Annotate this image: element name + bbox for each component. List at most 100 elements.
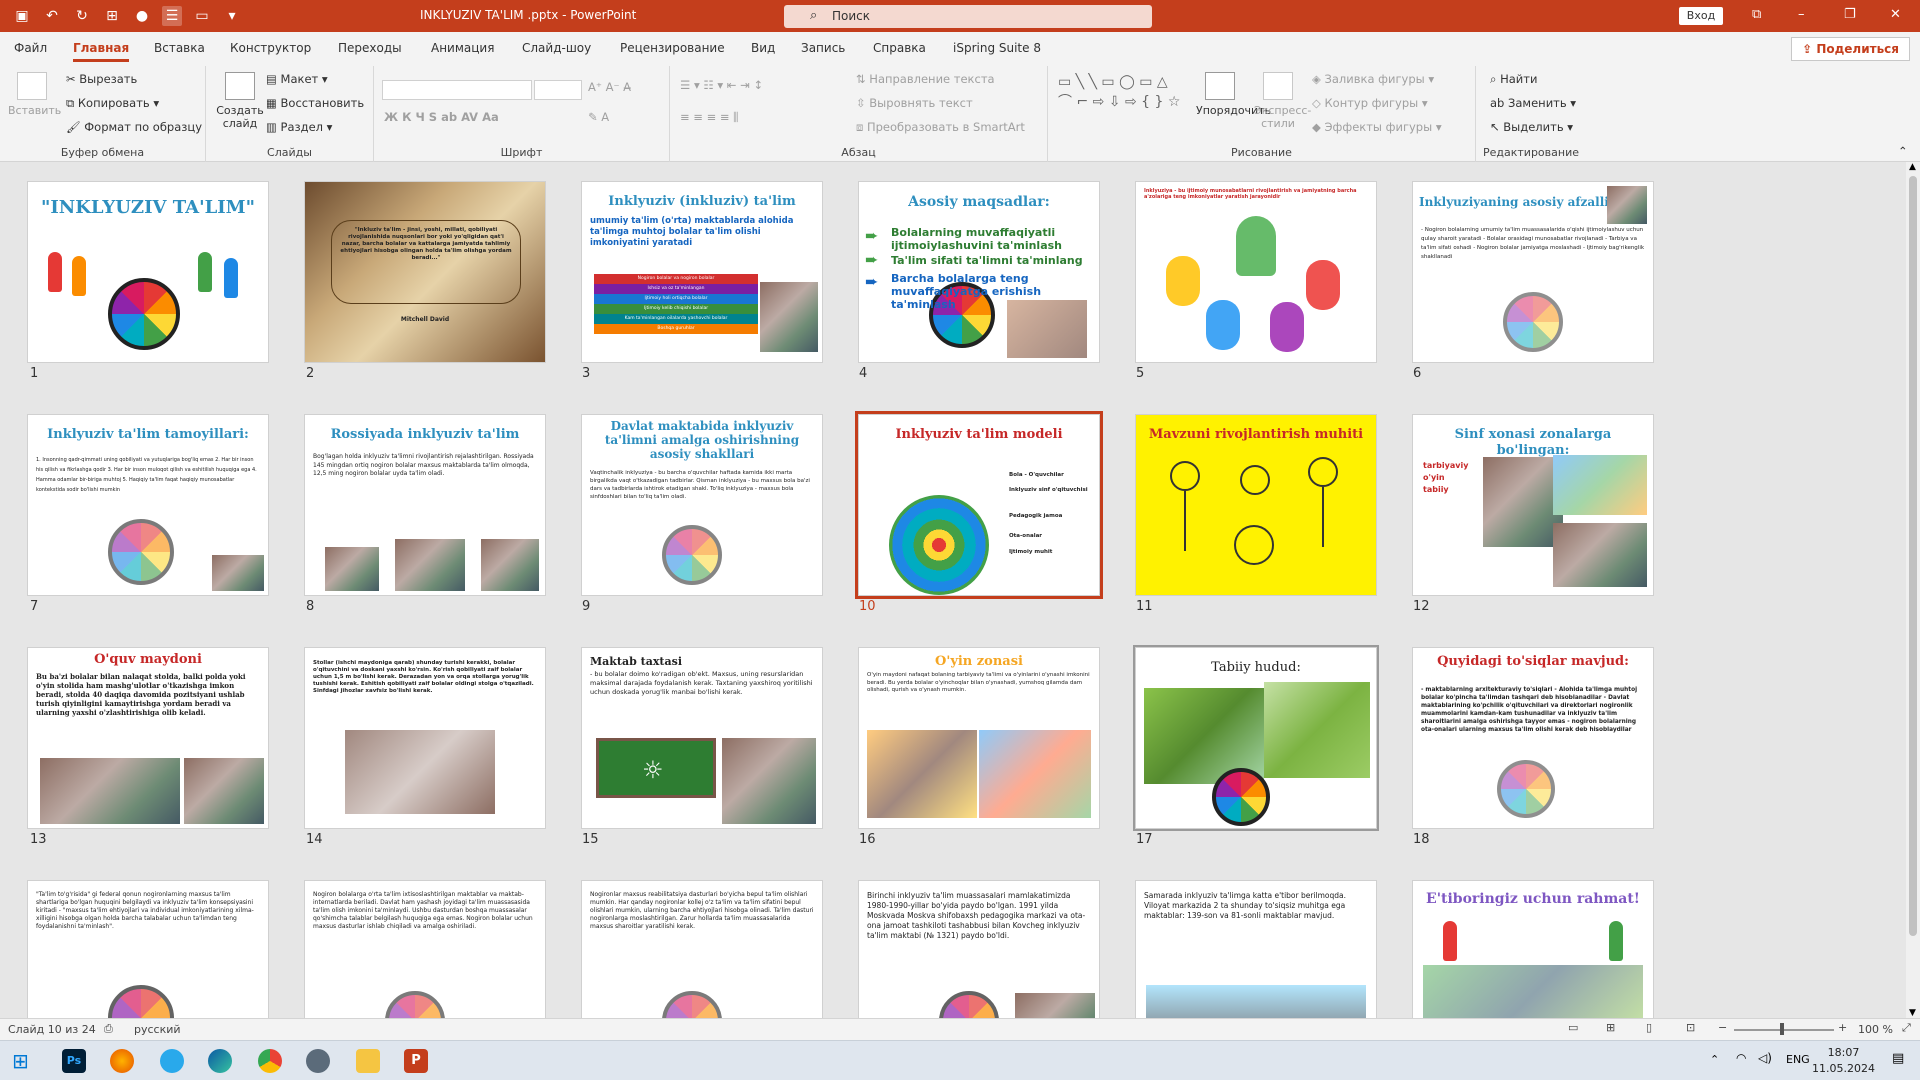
shape-fill-button[interactable]: ◈ Заливка фигуры ▾ <box>1312 72 1434 86</box>
section-button[interactable]: ▥ Раздел ▾ <box>266 120 332 134</box>
scrollbar-thumb[interactable] <box>1909 176 1917 936</box>
zoom-level[interactable]: 100 % <box>1858 1023 1893 1036</box>
notification-icon[interactable]: ▤ <box>1892 1051 1904 1066</box>
present-icon[interactable]: ⊞ <box>102 6 122 26</box>
tab-home[interactable]: Главная <box>73 41 130 62</box>
copy-button[interactable]: ⧉ Копировать ▾ <box>66 96 159 111</box>
slide-thumbnail[interactable]: Birinchi inklyuziv ta'lim muassasalari m… <box>859 881 1099 1018</box>
grow-font-icon[interactable]: A⁺ A⁻ A̶ <box>588 80 631 94</box>
fit-slide-icon[interactable]: ⤢ <box>1902 1021 1911 1035</box>
reading-view-button[interactable]: ▯ <box>1646 1021 1652 1034</box>
volume-icon[interactable]: ◁) <box>1758 1051 1772 1065</box>
shape-outline-button[interactable]: ◇ Контур фигуры ▾ <box>1312 96 1428 110</box>
shapes-gallery[interactable]: ▭ ╲ ╲ ▭ ◯ ▭ △ ⌒ ⌐ ⇨ ⇩ ⇨ { } ☆ <box>1058 72 1186 136</box>
close-button[interactable]: ✕ <box>1890 7 1901 22</box>
clock[interactable]: 18:07 11.05.2024 <box>1812 1045 1875 1077</box>
share-button[interactable]: ⇪ Поделиться <box>1791 37 1910 61</box>
paste-button[interactable]: Вставить <box>8 72 61 117</box>
spellcheck-icon[interactable]: ⎙ <box>104 1022 113 1036</box>
smartart-button[interactable]: ⧈ Преобразовать в SmartArt <box>856 120 1025 135</box>
slide-thumbnail[interactable]: O'quv maydoni Bu ba'zi bolalar bilan nal… <box>28 648 268 828</box>
select-button[interactable]: ↖ Выделить ▾ <box>1490 120 1573 134</box>
input-language[interactable]: ENG <box>1786 1053 1810 1066</box>
zoom-in-button[interactable]: + <box>1838 1021 1847 1034</box>
tab-animations[interactable]: Анимация <box>431 41 494 55</box>
quick-styles-button[interactable]: Экспресс-стили <box>1254 72 1311 130</box>
slideshow-button[interactable]: ⊡ <box>1686 1021 1695 1034</box>
scroll-down-icon[interactable]: ▼ <box>1909 1008 1916 1018</box>
font-format-icons[interactable]: Ж К Ч S ab AV Aa <box>384 110 499 124</box>
slide-thumbnail[interactable]: Stollar (ishchi maydoniga qarab) shunday… <box>305 648 545 828</box>
edge-icon[interactable] <box>208 1049 232 1073</box>
cut-button[interactable]: ✂ Вырезать <box>66 72 137 86</box>
sorter-view-button[interactable]: ⊞ <box>1606 1021 1615 1034</box>
slide-thumbnail[interactable]: Quyidagi to'siqlar mavjud: - maktablarni… <box>1413 648 1653 828</box>
slide-thumbnail[interactable]: Tabiiy hudud: <box>1133 645 1379 831</box>
slide-thumbnail[interactable]: Asosiy maqsadlar: Bolalarning muvaffaqiy… <box>859 182 1099 362</box>
restore-button[interactable]: ❐ <box>1844 7 1856 22</box>
arrange-button[interactable]: Упорядочить <box>1196 72 1271 117</box>
minimize-button[interactable]: – <box>1798 7 1805 22</box>
tab-record[interactable]: Запись <box>801 41 845 55</box>
sorter-view-icon[interactable]: ▭ <box>192 6 212 26</box>
layout-button[interactable]: ▤ Макет ▾ <box>266 72 328 86</box>
slide-thumbnail[interactable]: Nogironlar maxsus reabilitatsiya dasturl… <box>582 881 822 1018</box>
powerpoint-icon[interactable]: P <box>404 1049 428 1073</box>
reset-button[interactable]: ▦ Восстановить <box>266 96 364 110</box>
slide-thumbnail[interactable]: Inklyuziv (inkluziv) ta'lim umumiy ta'li… <box>582 182 822 362</box>
tab-design[interactable]: Конструктор <box>230 41 311 55</box>
windows-start-icon[interactable]: ⊞ <box>12 1049 29 1073</box>
zoom-out-button[interactable]: − <box>1718 1021 1727 1034</box>
zoom-slider[interactable] <box>1734 1029 1834 1031</box>
zoom-slider-thumb[interactable] <box>1780 1023 1784 1035</box>
slide-thumbnail[interactable]: Rossiyada inklyuziv ta'lim Bog'lagan hol… <box>305 415 545 595</box>
highlight-icon[interactable]: ✎ A <box>588 110 609 124</box>
slide-thumbnail[interactable]: Inklyuziyaning asosiy afzalliklari - Nog… <box>1413 182 1653 362</box>
save-icon[interactable]: ▣ <box>12 6 32 26</box>
slide-thumbnail-selected[interactable]: Inklyuziv ta'lim modeli Bola - O'quvchil… <box>855 411 1103 599</box>
tab-file[interactable]: Файл <box>14 41 47 55</box>
tray-chevron-icon[interactable]: ⌃ <box>1710 1053 1719 1066</box>
slide-thumbnail[interactable]: Inklyuziv ta'lim tamoyillari: 1. Insonni… <box>28 415 268 595</box>
format-painter-button[interactable]: 🖌 Формат по образцу <box>66 120 202 134</box>
align-icons[interactable]: ≡ ≡ ≡ ≡ ⫼ <box>680 110 738 125</box>
slide-thumbnail[interactable]: Nogiron bolalarga o'rta ta'lim ixtisosla… <box>305 881 545 1018</box>
slide-thumbnail[interactable]: Davlat maktabida inklyuziv ta'limni amal… <box>582 415 822 595</box>
firefox-icon[interactable] <box>110 1049 134 1073</box>
file-explorer-icon[interactable] <box>356 1049 380 1073</box>
slide-thumbnail[interactable]: O'yin zonasi O'yin maydoni nafaqat bolan… <box>859 648 1099 828</box>
shape-effects-button[interactable]: ◆ Эффекты фигуры ▾ <box>1312 120 1442 134</box>
find-button[interactable]: ⌕ Найти <box>1490 72 1537 87</box>
normal-view-button[interactable]: ▭ <box>1568 1021 1578 1034</box>
slide-thumbnail[interactable]: "Inkluziv ta'lim - jinsi, yoshi, millati… <box>305 182 545 362</box>
slide-thumbnail[interactable]: Inklyuziya - bu ijtimoiy munosabatlarni … <box>1136 182 1376 362</box>
new-slide-button[interactable]: Создать слайд <box>216 72 264 130</box>
slide-thumbnail[interactable]: E'tiboringiz uchun rahmat! <box>1413 881 1653 1018</box>
slide-thumbnail[interactable]: Samarada inklyuziv ta'limga katta e'tibo… <box>1136 881 1376 1018</box>
photoshop-icon[interactable]: Ps <box>62 1049 86 1073</box>
settings-icon[interactable] <box>306 1049 330 1073</box>
replace-button[interactable]: ab Заменить ▾ <box>1490 96 1576 110</box>
wifi-icon[interactable]: ◠ <box>1736 1051 1746 1065</box>
chrome-icon[interactable] <box>258 1049 282 1073</box>
tab-review[interactable]: Рецензирование <box>620 41 725 55</box>
normal-view-icon[interactable]: ☰ <box>162 6 182 26</box>
slide-thumbnail[interactable]: Maktab taxtasi - bu bolalar doimo ko'rad… <box>582 648 822 828</box>
text-direction-button[interactable]: ⇅ Направление текста <box>856 72 995 86</box>
collapse-ribbon-icon[interactable]: ⌃ <box>1898 144 1908 158</box>
vertical-scrollbar[interactable]: ▲ ▼ <box>1906 162 1920 1018</box>
slide-thumbnail[interactable]: Mavzuni rivojlantirish muhiti <box>1136 415 1376 595</box>
tab-help[interactable]: Справка <box>873 41 926 55</box>
tab-insert[interactable]: Вставка <box>154 41 205 55</box>
signin-button[interactable]: Вход <box>1679 7 1723 25</box>
search-box[interactable]: ⌕ Поиск <box>784 5 1152 28</box>
scroll-up-icon[interactable]: ▲ <box>1909 162 1916 172</box>
tab-slideshow[interactable]: Слайд-шоу <box>522 41 591 55</box>
slide-thumbnail[interactable]: Sinf xonasi zonalarga bo'lingan: tarbiya… <box>1413 415 1653 595</box>
tab-ispring[interactable]: iSpring Suite 8 <box>953 41 1041 55</box>
list-icons[interactable]: ☰ ▾ ☷ ▾ ⇤ ⇥ ↕ <box>680 78 763 92</box>
language-status[interactable]: русский <box>134 1023 181 1036</box>
slide-thumbnail[interactable]: "Ta'lim to'g'risida" gi federal qonun no… <box>28 881 268 1018</box>
tab-transitions[interactable]: Переходы <box>338 41 402 55</box>
customize-qat-icon[interactable]: ▾ <box>222 6 242 26</box>
